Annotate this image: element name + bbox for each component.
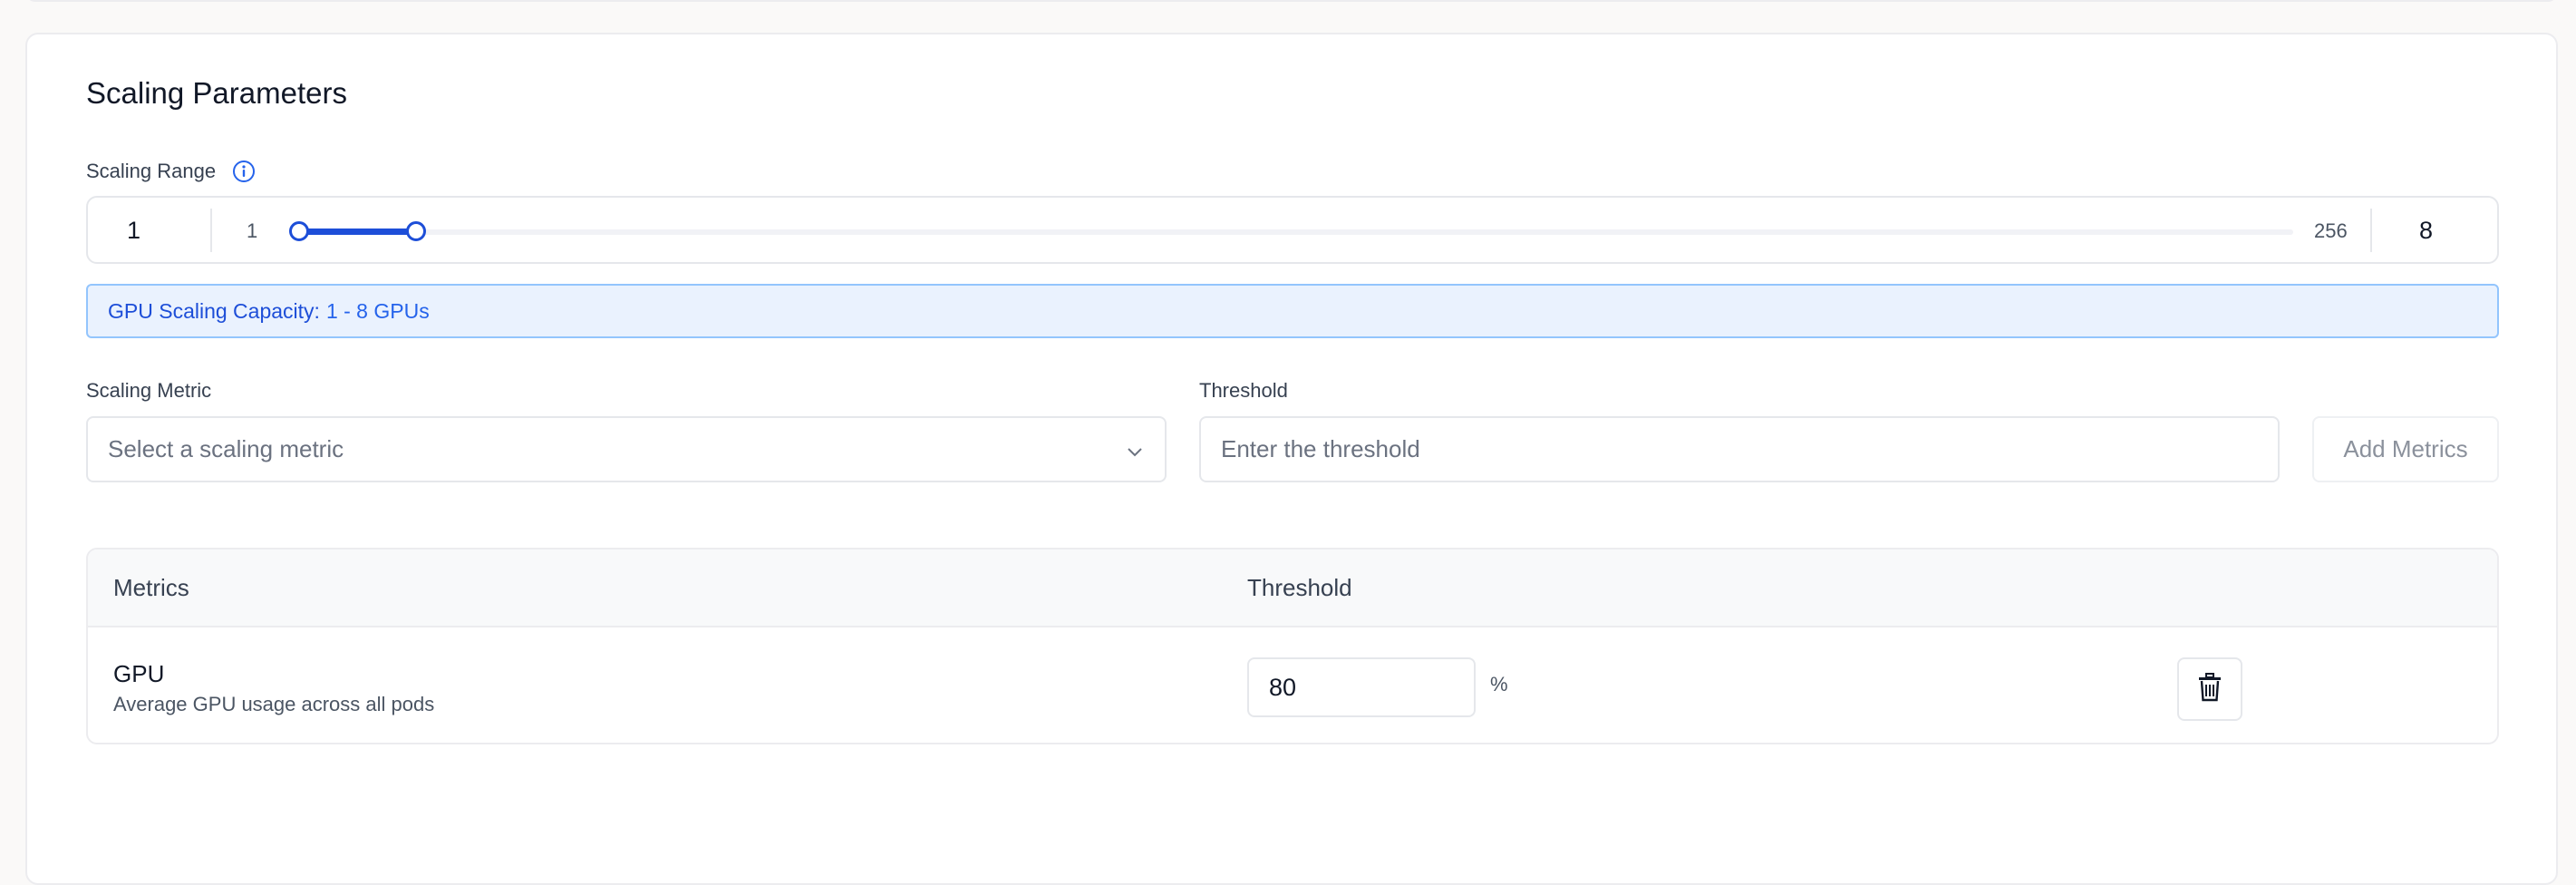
metric-name: GPU (113, 660, 165, 687)
column-header-metrics: Metrics (113, 574, 189, 601)
scaling-range-label: Scaling Range (86, 160, 217, 182)
previous-card (25, 0, 2558, 2)
threshold-label: Threshold (1199, 379, 1288, 402)
threshold-input[interactable]: Enter the threshold (1199, 416, 2280, 482)
info-circle-icon[interactable] (232, 160, 256, 183)
row-threshold-value: 80 (1269, 673, 1297, 701)
metrics-table: Metrics Threshold GPU Average GPU usage … (86, 548, 2499, 744)
capacity-label: GPU Scaling Capacity: (108, 298, 320, 323)
capacity-value: 1 - 8 GPUs (325, 298, 430, 323)
delete-metric-button[interactable] (2177, 657, 2242, 721)
section-title: Scaling Parameters (86, 76, 347, 110)
trash-icon (2196, 672, 2223, 706)
slider-track[interactable] (299, 229, 2293, 235)
slider-min-label: 1 (247, 219, 258, 242)
table-header: Metrics Threshold (88, 549, 2497, 627)
scaling-metric-placeholder: Select a scaling metric (108, 435, 344, 462)
scaling-metric-label: Scaling Metric (86, 379, 212, 402)
range-max-input[interactable]: 8 (2419, 217, 2433, 245)
chevron-down-icon (1125, 440, 1145, 468)
metric-description: Average GPU usage across all pods (113, 693, 435, 715)
threshold-placeholder: Enter the threshold (1221, 435, 1420, 462)
range-divider-left (210, 209, 212, 252)
add-metrics-button[interactable]: Add Metrics (2312, 416, 2499, 482)
slider-low-thumb[interactable] (289, 221, 309, 241)
row-threshold-input[interactable]: 80 (1247, 657, 1476, 717)
slider-max-label: 256 (2314, 219, 2348, 242)
range-divider-right (2370, 209, 2372, 252)
percent-unit: % (1490, 673, 1508, 695)
column-header-threshold: Threshold (1247, 574, 1352, 601)
scaling-metric-select[interactable]: Select a scaling metric (86, 416, 1167, 482)
gpu-capacity-banner: GPU Scaling Capacity: 1 - 8 GPUs (86, 284, 2499, 338)
slider-selected-range (299, 229, 417, 235)
range-min-input[interactable]: 1 (127, 217, 140, 245)
